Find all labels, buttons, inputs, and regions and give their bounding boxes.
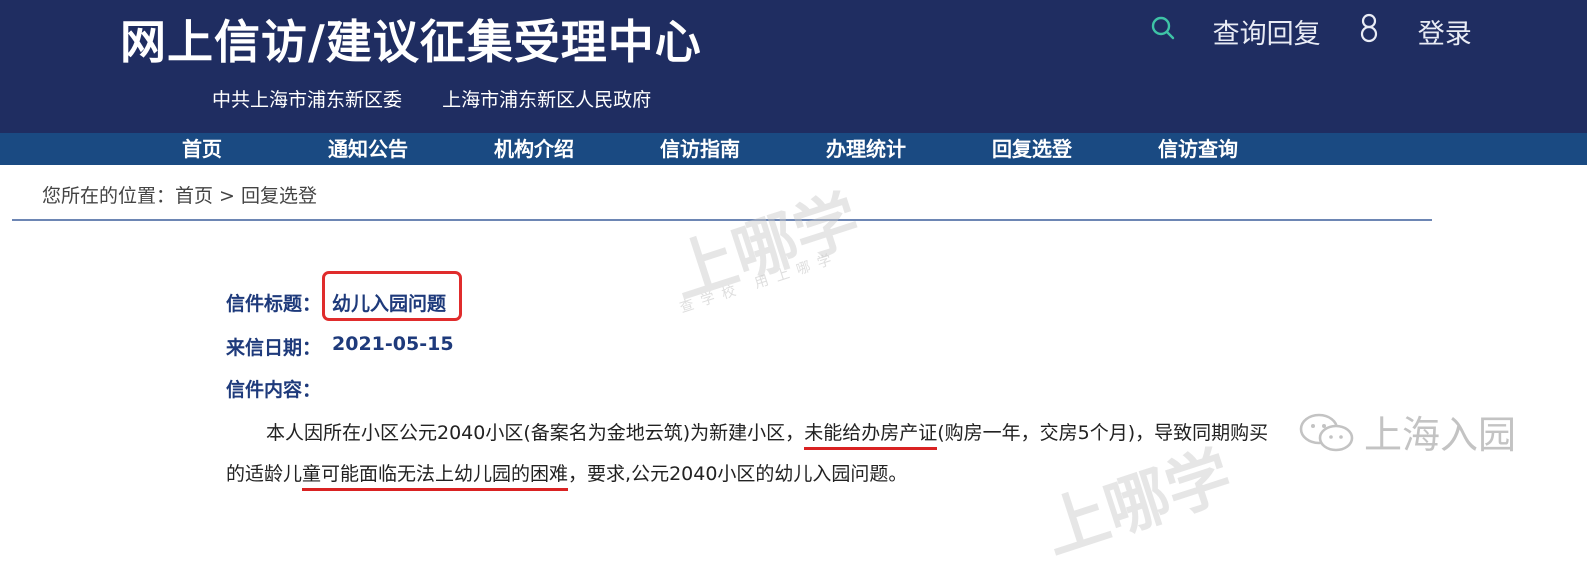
main-nav: 首页 通知公告 机构介绍 信访指南 办理统计 回复选登 信访查询 <box>0 133 1587 165</box>
watermark-brand-bottom: 上哪学 <box>1035 438 1241 569</box>
letter-date-label: 来信日期： <box>226 337 322 359</box>
breadcrumb-divider <box>12 219 1432 221</box>
nav-item-guide[interactable]: 信访指南 <box>660 133 740 165</box>
site-header: 网上信访/建议征集受理中心 中共上海市浦东新区委 上海市浦东新区人民政府 查询回… <box>0 0 1587 133</box>
content-underlined-text: 童可能面临无法上幼儿园的困难 <box>302 463 569 491</box>
watermark-brand: 上哪学 <box>663 182 869 313</box>
nav-item-query[interactable]: 信访查询 <box>1158 133 1238 165</box>
nav-item-notices[interactable]: 通知公告 <box>328 133 408 165</box>
letter-content-line-1: 本人因所在小区公元2040小区(备案名为金地云筑)为新建小区，未能给办房产证(购… <box>266 418 1269 450</box>
top-actions: 查询回复 登录 <box>1150 12 1500 51</box>
org-district-government: 上海市浦东新区人民政府 <box>442 89 652 111</box>
org-district-committee: 中共上海市浦东新区委 <box>212 89 403 111</box>
search-icon[interactable] <box>1150 15 1176 48</box>
user-icon[interactable] <box>1357 13 1381 50</box>
login-link[interactable]: 登录 <box>1418 12 1472 51</box>
letter-content-label: 信件内容： <box>226 379 322 401</box>
breadcrumb: 您所在的位置：首页 > 回复选登 <box>42 185 317 207</box>
nav-item-institution[interactable]: 机构介绍 <box>494 133 574 165</box>
title-highlight-box <box>322 271 462 321</box>
query-reply-link[interactable]: 查询回复 <box>1213 12 1321 51</box>
nav-item-statistics[interactable]: 办理统计 <box>826 133 906 165</box>
letter-title-label: 信件标题： <box>226 293 322 315</box>
letter-content-line-2: 的适龄儿童可能面临无法上幼儿园的困难，要求,公元2040小区的幼儿入园问题。 <box>226 459 908 491</box>
content-text: ，要求,公元2040小区的幼儿入园问题。 <box>568 463 908 485</box>
wechat-account-name: 上海入园 <box>1364 413 1517 457</box>
nav-item-home[interactable]: 首页 <box>182 133 222 165</box>
content-underlined-text: 未能给办房产证 <box>804 422 938 450</box>
watermark-tagline: 查学校 用上哪学 <box>677 249 842 317</box>
nav-item-replies[interactable]: 回复选登 <box>992 133 1072 165</box>
wechat-icon <box>1298 411 1356 464</box>
letter-date-value: 2021-05-15 <box>332 333 454 355</box>
site-title: 网上信访/建议征集受理中心 <box>120 15 702 69</box>
content-text: (购房一年，交房5个月)，导致同期购买 <box>937 422 1269 444</box>
wechat-watermark: 上海入园 <box>1298 404 1516 464</box>
org-names: 中共上海市浦东新区委 上海市浦东新区人民政府 <box>212 85 685 112</box>
content-text: 的适龄儿 <box>226 463 303 485</box>
content-text: 本人因所在小区公元2040小区(备案名为金地云筑)为新建小区， <box>266 422 805 444</box>
